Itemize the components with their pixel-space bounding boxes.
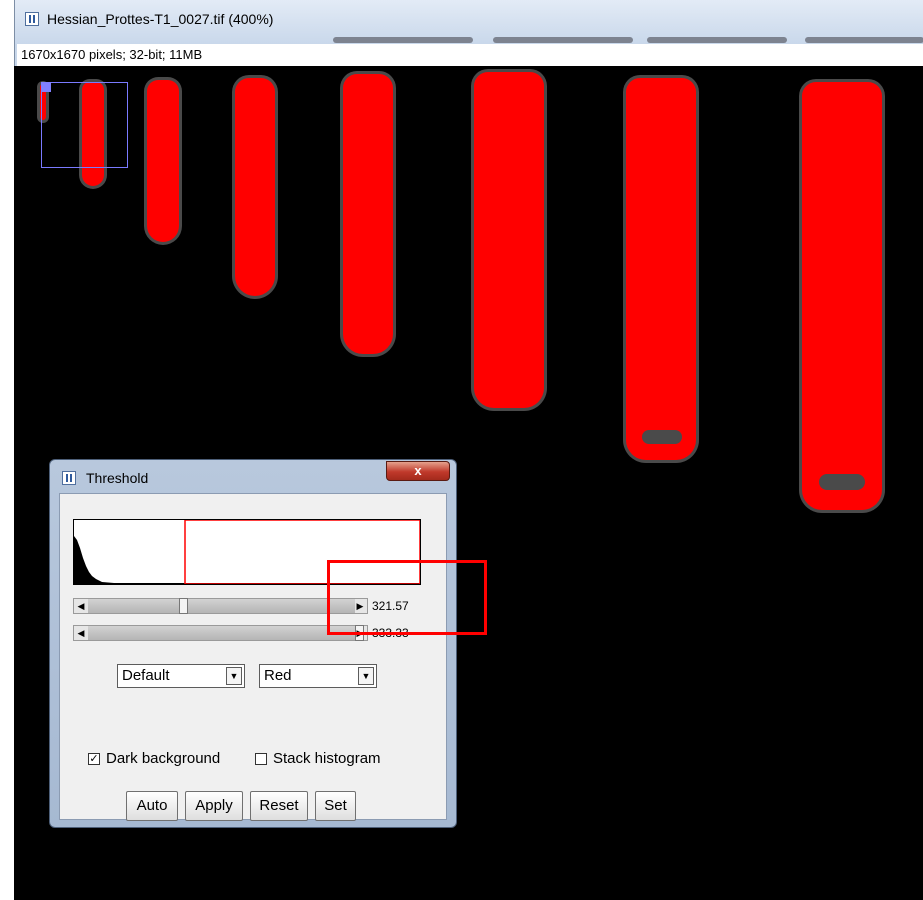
min-threshold-slider[interactable]: ◀ ▶ (73, 598, 368, 614)
thresholded-region (235, 78, 275, 296)
image-window-title: Hessian_Prottes-T1_0027.tif (400%) (47, 11, 274, 27)
background-window-bar (647, 37, 787, 43)
thresholded-region (147, 80, 179, 242)
navigator-rectangle[interactable] (41, 82, 128, 168)
dialog-body: ◀ ▶ 321.57 ◀ ▶ 333.33 Default ▼ Red ▼ ✓ … (59, 493, 447, 821)
slider-left-arrow-icon[interactable]: ◀ (74, 599, 88, 613)
thresholded-region (474, 72, 544, 408)
apply-button[interactable]: Apply (185, 791, 243, 821)
dark-background-label: Dark background (106, 750, 221, 767)
reset-button[interactable]: Reset (250, 791, 308, 821)
dark-background-option[interactable]: ✓ Dark background (88, 750, 220, 767)
slider-left-arrow-icon[interactable]: ◀ (74, 626, 88, 640)
imagej-icon (62, 471, 76, 485)
background-window-bar (805, 37, 923, 43)
background-window-bar (493, 37, 633, 43)
slider-thumb[interactable] (179, 598, 188, 614)
imagej-icon (25, 12, 39, 26)
dark-background-checkbox[interactable]: ✓ (88, 752, 100, 765)
navigator-marker (41, 82, 51, 92)
method-select-value: Default (122, 667, 170, 684)
gray-artifact (642, 430, 682, 444)
image-window-titlebar[interactable]: Hessian_Prottes-T1_0027.tif (400%) (15, 0, 923, 44)
auto-button[interactable]: Auto (126, 791, 178, 821)
stack-histogram-option[interactable]: Stack histogram (255, 750, 381, 767)
thresholded-region (343, 74, 393, 354)
stack-histogram-checkbox[interactable] (255, 752, 267, 765)
method-select[interactable]: Default ▼ (117, 664, 245, 688)
stack-histogram-label: Stack histogram (273, 750, 381, 767)
close-button[interactable]: x (386, 461, 450, 481)
chevron-down-icon[interactable]: ▼ (358, 667, 374, 685)
set-button[interactable]: Set (315, 791, 356, 821)
threshold-dialog: Threshold x ◀ ▶ 321.57 ◀ ▶ 333.33 Defaul… (49, 459, 457, 828)
highlight-annotation (327, 560, 487, 635)
thresholded-region (802, 82, 882, 510)
max-threshold-slider[interactable]: ◀ ▶ (73, 625, 368, 641)
chevron-down-icon[interactable]: ▼ (226, 667, 242, 685)
thresholded-region (626, 78, 696, 460)
image-info: 1670x1670 pixels; 32-bit; 11MB (17, 44, 923, 66)
background-window-bar (333, 37, 473, 43)
gray-artifact (819, 474, 865, 490)
dialog-title: Threshold (86, 470, 149, 486)
display-select[interactable]: Red ▼ (259, 664, 377, 688)
display-select-value: Red (264, 667, 292, 684)
